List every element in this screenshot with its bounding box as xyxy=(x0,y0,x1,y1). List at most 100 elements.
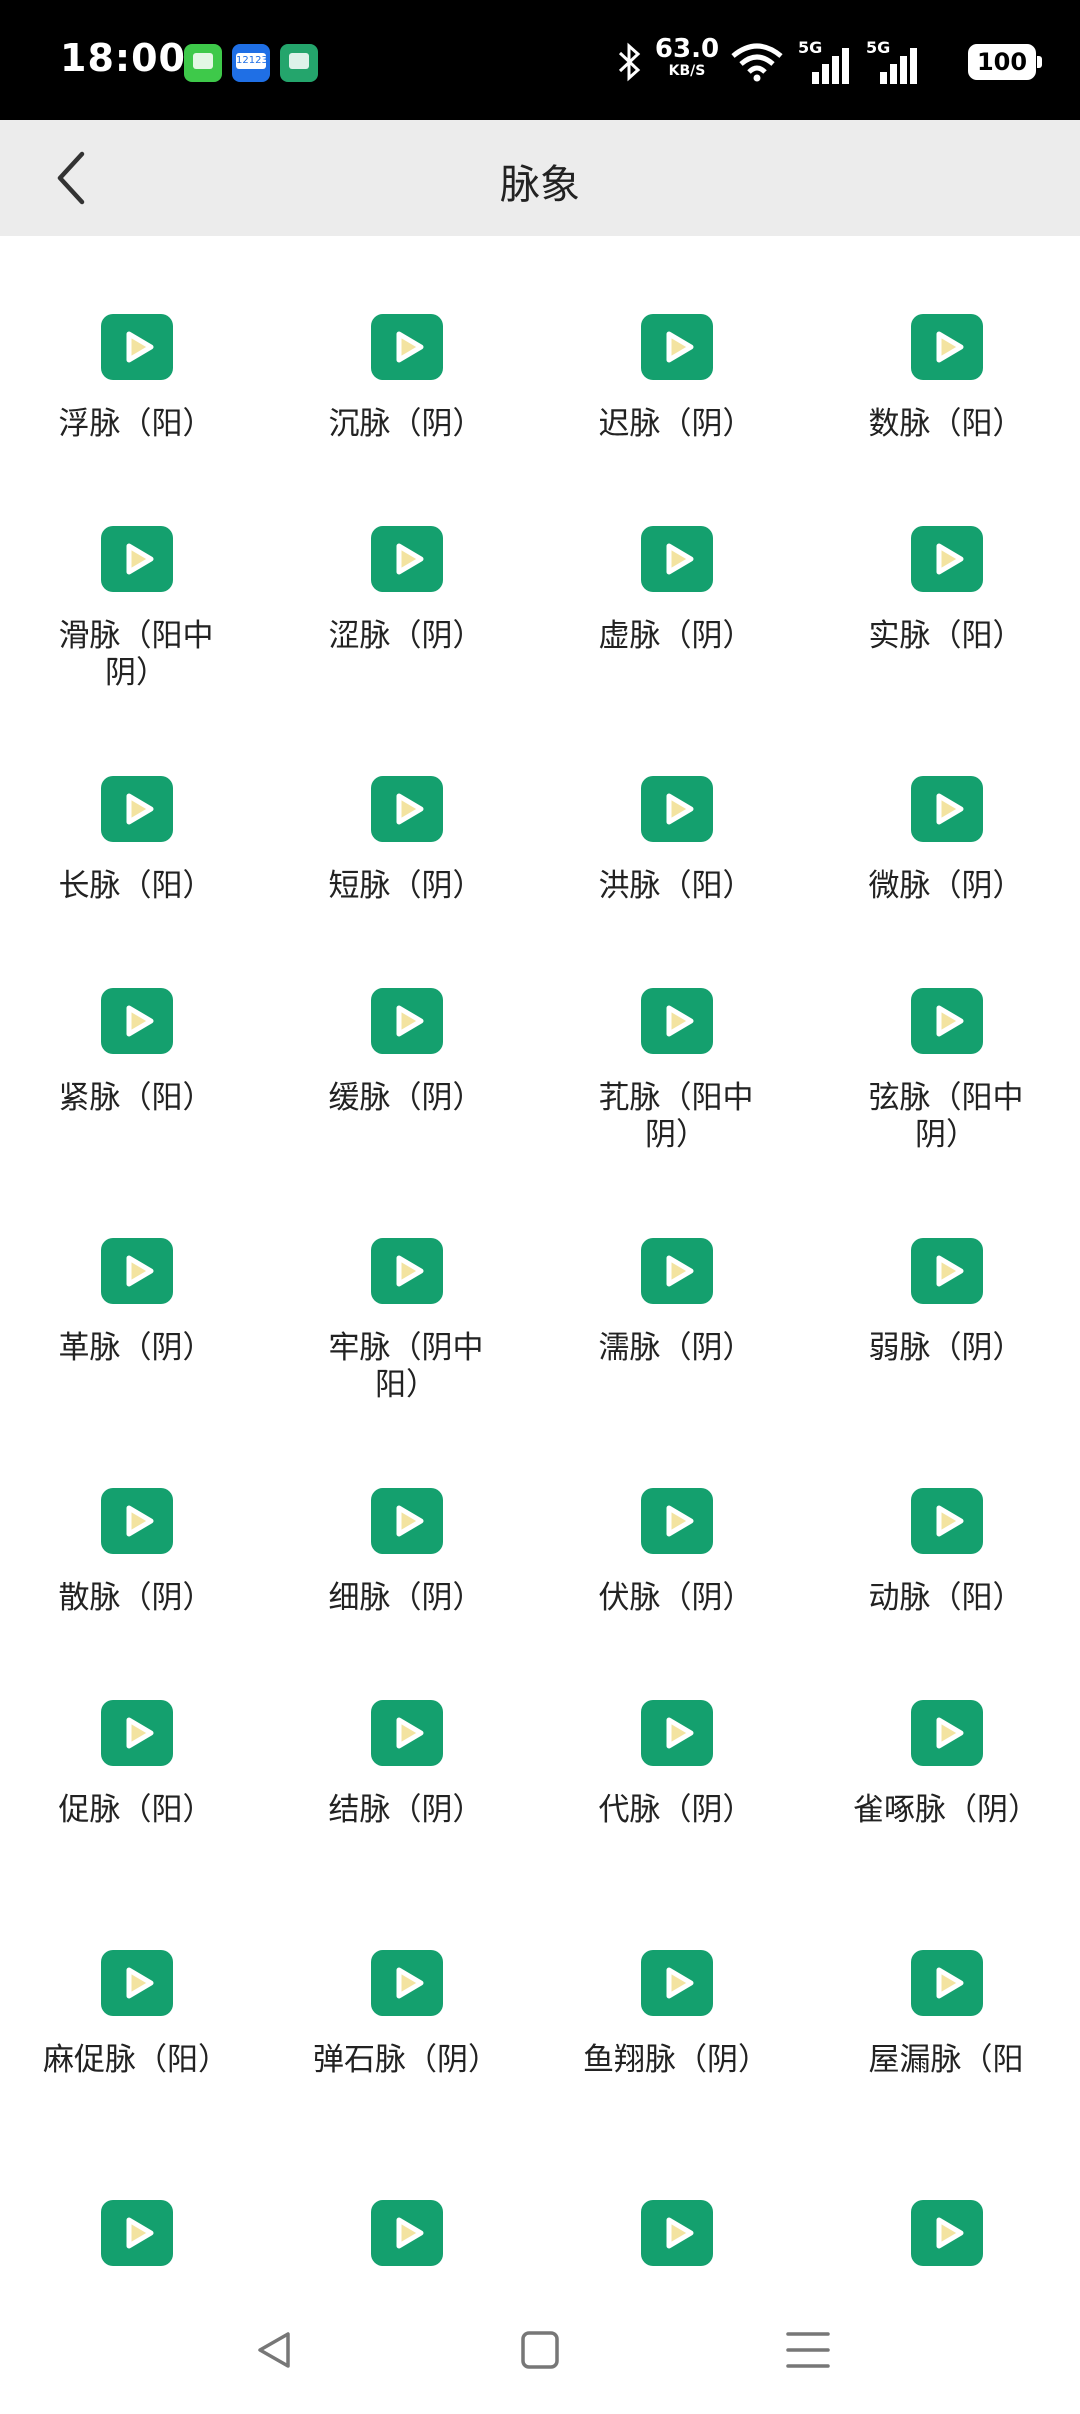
pulse-item[interactable]: 牢脉（阴中阳） xyxy=(270,1160,540,1403)
pulse-item-label: 缓脉（阴） xyxy=(328,1080,484,1116)
play-icon[interactable] xyxy=(101,526,173,592)
play-icon[interactable] xyxy=(641,1700,713,1766)
play-icon[interactable] xyxy=(101,2200,173,2266)
pulse-item[interactable]: 紧脉（阳） xyxy=(0,910,270,1150)
play-icon[interactable] xyxy=(371,1950,443,2016)
pulse-item-label: 微脉（阴） xyxy=(868,868,1024,904)
wifi-icon xyxy=(731,43,783,82)
pulse-item-label: 结脉（阴） xyxy=(328,1792,484,1828)
triangle-back-icon[interactable] xyxy=(244,2320,304,2380)
pulse-item[interactable]: 动脉（阳） xyxy=(810,1410,1080,1650)
pulse-item[interactable]: 屋漏脉（阳 xyxy=(810,1872,1080,2112)
pulse-item-label: 滑脉（阳中阴） xyxy=(58,618,214,691)
pulse-item[interactable] xyxy=(540,2122,810,2280)
pulse-item[interactable]: 缓脉（阴） xyxy=(270,910,540,1150)
play-icon[interactable] xyxy=(911,314,983,380)
play-icon[interactable] xyxy=(371,314,443,380)
pulse-item[interactable]: 滑脉（阳中阴） xyxy=(0,448,270,691)
pulse-item[interactable]: 长脉（阳） xyxy=(0,698,270,938)
pulse-item-label: 伏脉（阴） xyxy=(598,1580,754,1616)
play-icon[interactable] xyxy=(101,1488,173,1554)
pulse-item[interactable]: 弹石脉（阴） xyxy=(270,1872,540,2112)
pulse-item[interactable]: 微脉（阴） xyxy=(810,698,1080,938)
pulse-item-label: 弱脉（阴） xyxy=(868,1330,1024,1366)
pulse-item[interactable]: 散脉（阴） xyxy=(0,1410,270,1650)
menu-lines-icon[interactable] xyxy=(778,2320,838,2380)
play-icon[interactable] xyxy=(641,776,713,842)
pulse-item[interactable]: 虚脉（阴） xyxy=(540,448,810,688)
play-icon[interactable] xyxy=(641,314,713,380)
play-icon[interactable] xyxy=(101,1950,173,2016)
play-icon[interactable] xyxy=(101,1700,173,1766)
play-icon[interactable] xyxy=(641,1950,713,2016)
play-icon[interactable] xyxy=(371,2200,443,2266)
play-icon[interactable] xyxy=(101,314,173,380)
pulse-item[interactable]: 浮脉（阳） xyxy=(0,236,270,476)
pulse-item-label: 洪脉（阳） xyxy=(598,868,754,904)
play-icon[interactable] xyxy=(641,1238,713,1304)
status-time: 18:00 xyxy=(60,36,186,80)
network-speed: 63.0 KB/S xyxy=(654,36,720,78)
play-icon[interactable] xyxy=(101,776,173,842)
play-icon[interactable] xyxy=(911,1950,983,2016)
play-icon[interactable] xyxy=(911,1488,983,1554)
play-icon[interactable] xyxy=(641,988,713,1054)
page-title: 脉象 xyxy=(500,162,580,208)
status-indicators: 63.0 KB/S 5G 5G 100 xyxy=(340,30,1042,90)
play-icon[interactable] xyxy=(371,1238,443,1304)
pulse-item[interactable]: 沉脉（阴） xyxy=(270,236,540,476)
pulse-item[interactable]: 弦脉（阳中阴） xyxy=(810,910,1080,1153)
pulse-item-label: 濡脉（阴） xyxy=(598,1330,754,1366)
play-icon[interactable] xyxy=(371,1700,443,1766)
square-home-icon[interactable] xyxy=(510,2320,570,2380)
pulse-item[interactable]: 短脉（阴） xyxy=(270,698,540,938)
pulse-item-label: 紧脉（阳） xyxy=(58,1080,214,1116)
play-icon[interactable] xyxy=(641,526,713,592)
pulse-item[interactable]: 实脉（阳） xyxy=(810,448,1080,688)
status-bar: 18:00 12123 63.0 KB/S 5G 5G 100 xyxy=(0,0,1080,120)
pulse-item-label: 动脉（阳） xyxy=(868,1580,1024,1616)
pulse-item[interactable]: 细脉（阴） xyxy=(270,1410,540,1650)
pulse-item[interactable]: 迟脉（阴） xyxy=(540,236,810,476)
pulse-item[interactable]: 代脉（阴） xyxy=(540,1622,810,1862)
pulse-item[interactable]: 伏脉（阴） xyxy=(540,1410,810,1650)
pulse-item[interactable]: 革脉（阴） xyxy=(0,1160,270,1400)
pulse-item-label: 浮脉（阳） xyxy=(58,406,214,442)
pulse-item[interactable] xyxy=(810,2122,1080,2280)
12123-app-icon: 12123 xyxy=(232,44,270,82)
pulse-item[interactable]: 麻促脉（阳） xyxy=(0,1872,270,2112)
pulse-grid: 浮脉（阳） 沉脉（阴） 迟脉（阴） 数脉（阳） 滑脉（阳中阴） 涩脉（阴） 虚脉（阴） 实脉（… xyxy=(0,236,1080,2280)
pulse-item[interactable]: 数脉（阳） xyxy=(810,236,1080,476)
play-icon[interactable] xyxy=(911,1238,983,1304)
pulse-item[interactable]: 促脉（阳） xyxy=(0,1622,270,1862)
pulse-item-label: 沉脉（阴） xyxy=(328,406,484,442)
pulse-item[interactable]: 雀啄脉（阴） xyxy=(810,1622,1080,1862)
pulse-item[interactable]: 涩脉（阴） xyxy=(270,448,540,688)
play-icon[interactable] xyxy=(371,526,443,592)
play-icon[interactable] xyxy=(911,2200,983,2266)
play-icon[interactable] xyxy=(371,988,443,1054)
play-icon[interactable] xyxy=(101,988,173,1054)
pulse-item[interactable] xyxy=(0,2122,270,2280)
pulse-item[interactable]: 芤脉（阳中阴） xyxy=(540,910,810,1153)
play-icon[interactable] xyxy=(911,1700,983,1766)
app-header: 脉象 xyxy=(0,120,1080,236)
pulse-item[interactable] xyxy=(270,2122,540,2280)
play-icon[interactable] xyxy=(911,988,983,1054)
play-icon[interactable] xyxy=(641,1488,713,1554)
play-icon[interactable] xyxy=(101,1238,173,1304)
pulse-item-label: 短脉（阴） xyxy=(328,868,484,904)
pulse-item-label: 长脉（阳） xyxy=(58,868,214,904)
play-icon[interactable] xyxy=(911,526,983,592)
messages-app-icon xyxy=(184,44,222,82)
pulse-item[interactable]: 洪脉（阳） xyxy=(540,698,810,938)
play-icon[interactable] xyxy=(371,1488,443,1554)
play-icon[interactable] xyxy=(371,776,443,842)
signal-sim1-icon: 5G xyxy=(798,38,850,84)
pulse-item[interactable]: 鱼翔脉（阴） xyxy=(540,1872,810,2112)
pulse-item[interactable]: 濡脉（阴） xyxy=(540,1160,810,1400)
play-icon[interactable] xyxy=(641,2200,713,2266)
play-icon[interactable] xyxy=(911,776,983,842)
pulse-item[interactable]: 结脉（阴） xyxy=(270,1622,540,1862)
pulse-item[interactable]: 弱脉（阴） xyxy=(810,1160,1080,1400)
